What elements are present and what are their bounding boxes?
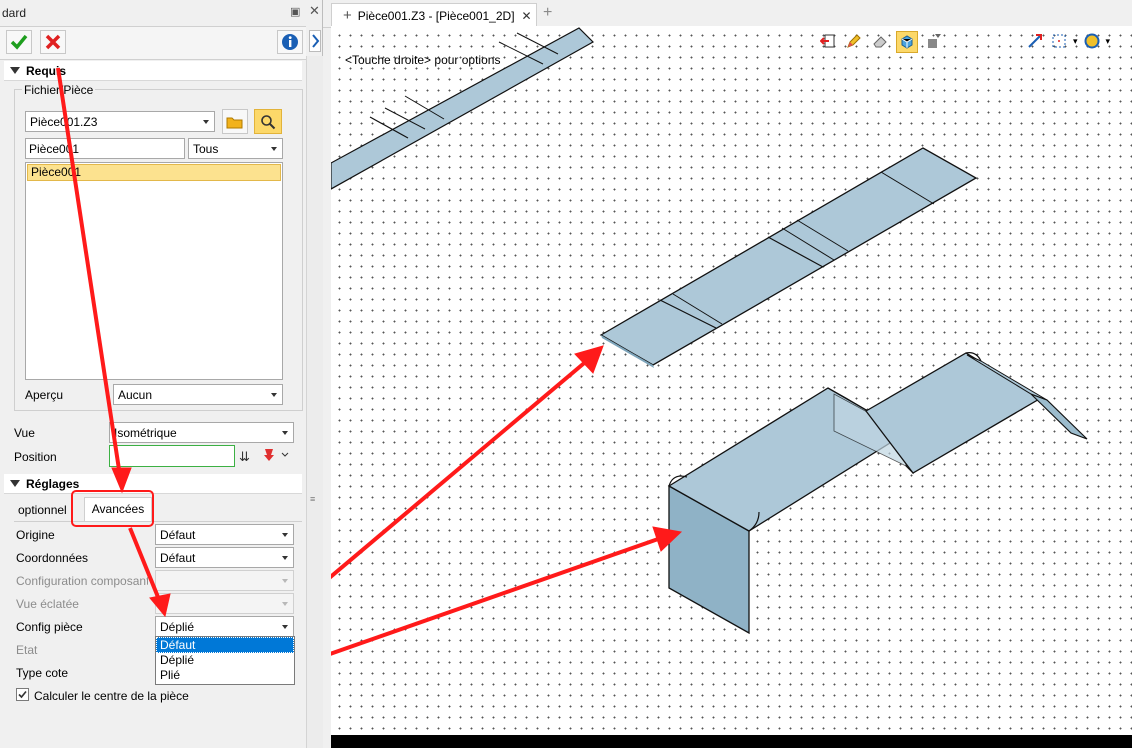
file-combo[interactable]: Pièce001.Z3 [25,111,215,132]
centre-checkbox[interactable] [16,688,29,701]
cancel-button[interactable] [40,30,66,54]
coordonnees-combo[interactable]: Défaut [155,547,294,568]
coordonnees-value: Défaut [160,550,196,565]
vue-value: Isométrique [114,425,177,440]
type-cote-label: Type cote [16,666,69,680]
pick-point-icon [264,449,289,461]
name-filter-value: Pièce001 [29,141,80,156]
close-icon[interactable]: ✕ [309,3,320,19]
origine-value: Défaut [160,527,196,542]
config-composant-combo [155,570,294,591]
status-bar [331,735,1132,748]
config-piece-combo[interactable]: Déplié [155,616,294,637]
dropdown-option[interactable]: Déplié [156,653,294,668]
ok-button[interactable] [6,30,32,54]
name-filter-input[interactable]: Pièce001 [25,138,185,159]
properties-panel: dard ▣ ✕ Requis Fichier/Pièce Pièce001.Z… [0,0,323,748]
bent-part [667,352,1088,635]
folder-icon [226,117,243,128]
fichier-piece-label: Fichier/Pièce [22,83,96,97]
info-icon [282,34,298,50]
vue-eclatee-combo [155,593,294,614]
grip-icon: ≡ [310,494,316,504]
vue-eclatee-label: Vue éclatée [16,597,79,611]
origine-combo[interactable]: Défaut [155,524,294,545]
annotation-box [71,490,154,527]
centre-checkbox-label: Calculer le centre de la pièce [34,689,189,703]
collapse-icon [10,67,20,74]
config-piece-dropdown: Défaut Déplié Plié [155,636,295,685]
type-filter-combo[interactable]: Tous [188,138,283,159]
config-composant-label: Configuration composant [16,574,148,588]
reglages-title: Réglages [26,476,80,491]
list-item[interactable]: Pièce001 [27,164,281,181]
checkmark-icon [18,690,27,699]
panel-title: dard [2,6,27,20]
requis-title: Requis [26,63,67,78]
dropdown-option[interactable]: Plié [156,668,294,683]
origine-label: Origine [16,528,55,542]
vue-combo[interactable]: Isométrique [109,422,294,443]
pin-icon[interactable]: ▣ [290,5,300,18]
tab-divider [14,521,302,522]
cross-icon [45,34,61,50]
search-button[interactable] [254,109,282,134]
config-piece-label: Config pièce [16,620,83,634]
apercu-combo[interactable]: Aucun [113,384,283,405]
panel-scrollbar[interactable]: ≡ [306,56,323,748]
collapse-icon [10,480,20,487]
arrow-right-icon [312,34,320,48]
part-list[interactable]: Pièce001 [25,162,283,380]
new-tab-icon[interactable]: + [543,4,552,22]
magnifier-icon [261,114,276,129]
3d-viewport[interactable]: <Touche droite> pour options ▾ ▾ [331,26,1132,735]
dropdown-option[interactable]: Défaut [156,637,294,653]
pick-point-button[interactable] [262,447,290,466]
flat-sheet-unfolded [599,147,978,366]
double-chevron-icon[interactable]: ⇊ [239,449,250,465]
pin-tab-icon: + [343,7,352,24]
vue-label: Vue [14,426,35,440]
expand-panel-button[interactable] [309,30,321,52]
coordonnees-label: Coordonnées [16,551,89,565]
type-filter-value: Tous [193,141,219,156]
requis-header[interactable]: Requis [4,61,302,81]
position-input[interactable] [109,445,235,467]
position-label: Position [14,450,57,464]
document-tab-title: Pièce001.Z3 - [Pièce001_2D] [357,8,515,23]
model-canvas [331,27,1088,656]
check-icon [10,34,28,50]
info-button[interactable] [277,30,303,54]
config-piece-value: Déplié [160,619,195,634]
open-file-button[interactable] [222,109,248,134]
etat-label: Etat [16,643,38,657]
document-tab[interactable]: + Pièce001.Z3 - [Pièce001_2D] ✕ [331,3,537,27]
tab-optionnel[interactable]: optionnel [18,503,67,517]
close-tab-icon[interactable]: ✕ [522,9,532,23]
apercu-label: Aperçu [25,388,64,402]
file-combo-value: Pièce001.Z3 [30,114,98,129]
apercu-value: Aucun [118,387,153,402]
